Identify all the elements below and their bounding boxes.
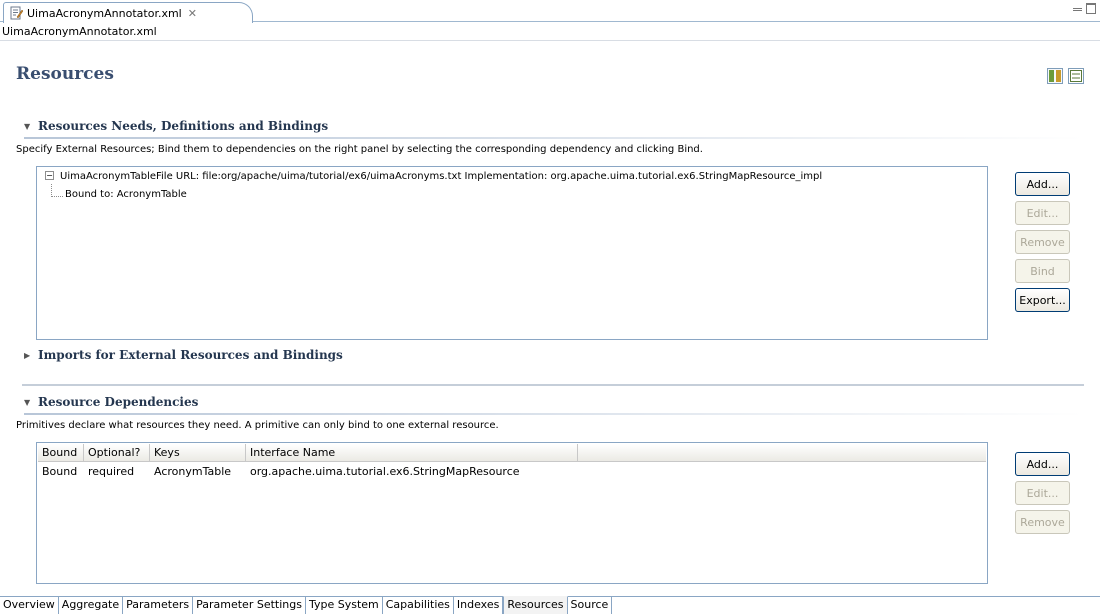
collapsed-twisty-icon[interactable]: ▶ xyxy=(24,350,38,360)
cell-optional: required xyxy=(88,465,135,478)
tree-child-label: Bound to: AcronymTable xyxy=(65,189,187,200)
collapse-icon[interactable]: − xyxy=(45,171,54,180)
side-by-side-layout-icon[interactable] xyxy=(1047,68,1063,84)
edit-dependency-button[interactable]: Edit... xyxy=(1015,481,1070,505)
section-rule xyxy=(24,137,1084,139)
tree-child-row[interactable]: Bound to: AcronymTable xyxy=(65,189,187,200)
page-tab-source[interactable]: Source xyxy=(567,597,613,614)
remove-dependency-button[interactable]: Remove xyxy=(1015,510,1070,534)
imports-section: ▶ Imports for External Resources and Bin… xyxy=(24,346,1084,364)
window-controls xyxy=(1073,3,1096,14)
add-dependency-button[interactable]: Add... xyxy=(1015,452,1070,476)
minimize-icon[interactable] xyxy=(1073,8,1082,11)
page-title: Resources xyxy=(16,64,114,84)
stacked-layout-icon[interactable] xyxy=(1068,68,1084,84)
resources-needs-description: Specify External Resources; Bind them to… xyxy=(16,144,703,155)
edit-resource-button[interactable]: Edit... xyxy=(1015,201,1070,225)
cell-interface: org.apache.uima.tutorial.ex6.StringMapRe… xyxy=(250,465,520,478)
layout-toggle xyxy=(1047,68,1084,84)
page-tab-aggregate[interactable]: Aggregate xyxy=(58,597,124,614)
dependencies-table[interactable]: Bound Optional? Keys Interface Name Boun… xyxy=(36,442,988,584)
cell-bound: Bound xyxy=(42,465,78,478)
page-tab-capabilities[interactable]: Capabilities xyxy=(382,597,454,614)
column-header-optional[interactable]: Optional? xyxy=(84,444,150,462)
remove-resource-button[interactable]: Remove xyxy=(1015,230,1070,254)
page-tab-resources[interactable]: Resources xyxy=(503,596,568,614)
export-button[interactable]: Export... xyxy=(1015,288,1070,312)
external-resources-tree[interactable]: − UimaAcronymTableFile URL: file:org/apac… xyxy=(36,166,988,340)
section-rule xyxy=(24,413,1084,415)
resource-dependencies-header[interactable]: ▼ Resource Dependencies xyxy=(24,393,1084,411)
editor-tab-strip: UimaAcronymAnnotator.xml ✕ xyxy=(0,0,1100,23)
cell-keys: AcronymTable xyxy=(154,465,232,478)
page-tab-type-system[interactable]: Type System xyxy=(305,597,383,614)
expanded-twisty-icon[interactable]: ▼ xyxy=(24,397,38,407)
table-header: Bound Optional? Keys Interface Name xyxy=(38,444,986,462)
xml-file-icon xyxy=(10,6,23,20)
close-icon[interactable]: ✕ xyxy=(188,7,197,20)
editor-tab[interactable]: UimaAcronymAnnotator.xml ✕ xyxy=(3,2,253,23)
editor-page-tabs: Overview Aggregate Parameters Parameter Set… xyxy=(0,596,1100,614)
resources-needs-header[interactable]: ▼ Resources Needs, Definitions and Bindi… xyxy=(24,117,1084,135)
page-tab-overview[interactable]: Overview xyxy=(0,597,59,614)
editor-tab-title: UimaAcronymAnnotator.xml xyxy=(27,6,182,20)
column-header-bound[interactable]: Bound xyxy=(38,444,84,462)
tree-root-label: UimaAcronymTableFile URL: file:org/apach… xyxy=(60,171,823,182)
bind-button[interactable]: Bind xyxy=(1015,259,1070,283)
page-tab-indexes[interactable]: Indexes xyxy=(453,597,504,614)
section2-button-column: Add... Edit... Remove xyxy=(1015,452,1070,534)
resource-dependencies-description: Primitives declare what resources they n… xyxy=(16,420,499,431)
resource-dependencies-title: Resource Dependencies xyxy=(38,395,199,409)
maximize-icon[interactable] xyxy=(1086,3,1096,14)
resources-needs-title: Resources Needs, Definitions and Binding… xyxy=(38,119,329,133)
add-resource-button[interactable]: Add... xyxy=(1015,172,1070,196)
imports-title: Imports for External Resources and Bindi… xyxy=(38,348,343,362)
expanded-twisty-icon[interactable]: ▼ xyxy=(24,121,38,131)
tree-root-row[interactable]: − UimaAcronymTableFile URL: file:org/apac… xyxy=(45,171,822,182)
resources-needs-section: ▼ Resources Needs, Definitions and Bindi… xyxy=(16,117,1084,155)
resource-dependencies-section: ▼ Resource Dependencies Primitives decla… xyxy=(16,393,1084,431)
section1-button-column: Add... Edit... Remove Bind Export... xyxy=(1015,172,1070,312)
tree-connector xyxy=(51,184,63,197)
column-header-keys[interactable]: Keys xyxy=(150,444,246,462)
page-tab-parameter-settings[interactable]: Parameter Settings xyxy=(193,597,306,614)
imports-header[interactable]: ▶ Imports for External Resources and Bin… xyxy=(24,346,1084,364)
file-path-bar: UimaAcronymAnnotator.xml xyxy=(0,23,1100,41)
page-tab-parameters[interactable]: Parameters xyxy=(123,597,194,614)
section-divider xyxy=(22,384,1084,386)
column-header-interface[interactable]: Interface Name xyxy=(246,444,578,462)
